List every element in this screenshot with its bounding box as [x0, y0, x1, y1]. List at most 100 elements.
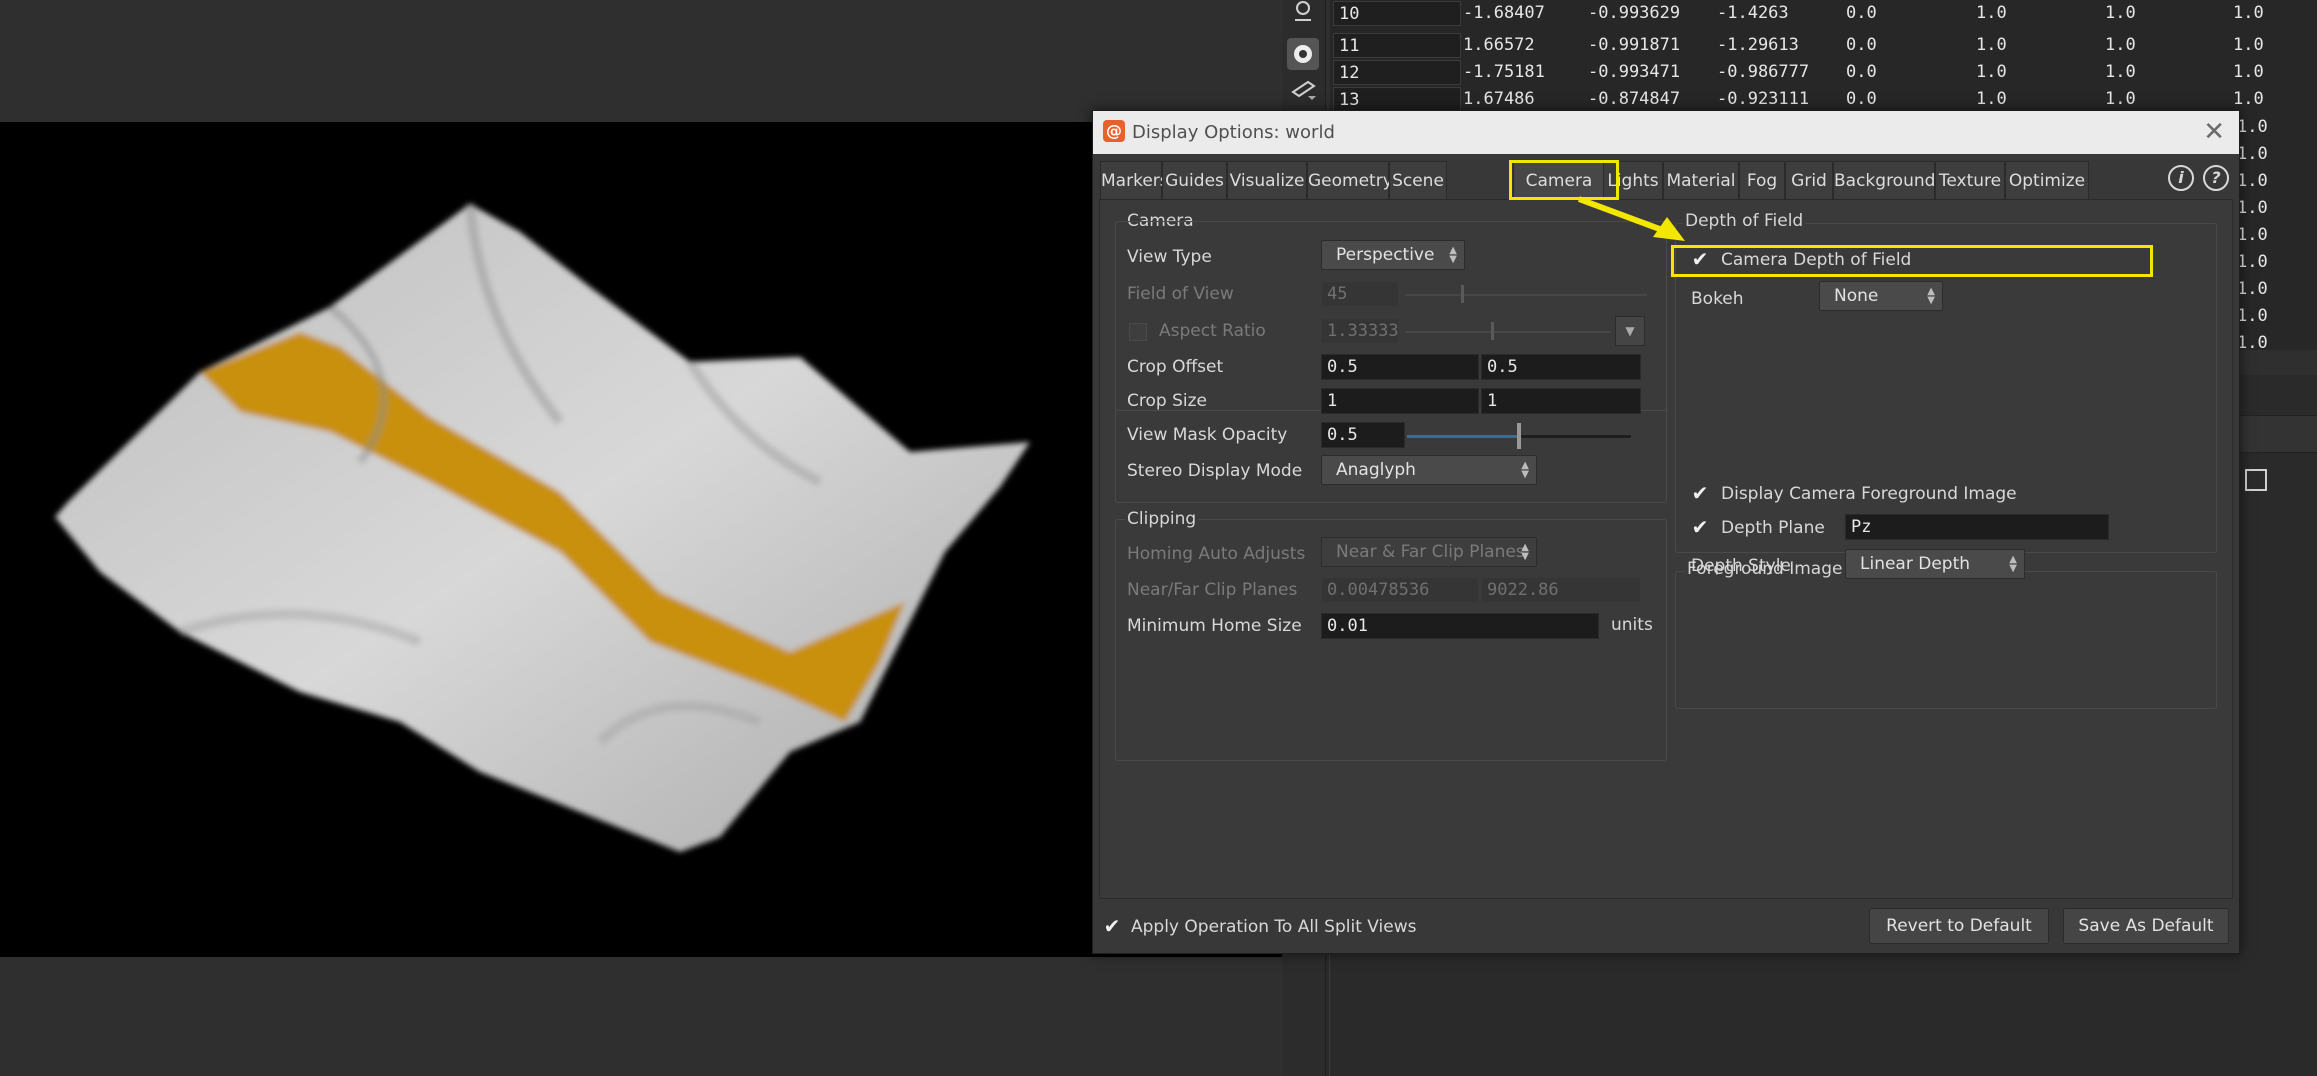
table-row[interactable]: 12 -1.75181 -0.993471 -0.986777 0.0 1.0 …	[1330, 59, 2317, 85]
camera-group-label: Camera	[1125, 211, 1196, 231]
stereo-display-mode-menu[interactable]: Anaglyph ▲ ▼	[1321, 455, 1537, 485]
table-cell: 1.0	[2237, 306, 2268, 326]
crop-size-x-field[interactable]: 1	[1321, 388, 1479, 414]
table-row[interactable]: 10 -1.68407 -0.993629 -1.4263 0.0 1.0 1.…	[1330, 0, 2317, 26]
table-row[interactable]: 11 1.66572 -0.991871 -1.29613 0.0 1.0 1.…	[1330, 32, 2317, 58]
table-cell: -0.993471	[1588, 62, 1681, 82]
aspect-ratio-checkbox[interactable]	[1129, 323, 1147, 341]
table-cell: 1.0	[2105, 3, 2136, 23]
minimum-home-size-field[interactable]: 0.01	[1321, 613, 1599, 639]
depth-style-menu[interactable]: Linear Depth ▲ ▼	[1845, 549, 2025, 579]
row-index-cell: 11	[1333, 33, 1461, 58]
display-foreground-checkbox[interactable]: ✔	[1689, 482, 1711, 504]
minimum-home-size-label: Minimum Home Size	[1127, 616, 1302, 636]
far-clip-field[interactable]: 9022.86	[1481, 577, 1641, 603]
visibility-icon[interactable]	[1290, 0, 1316, 22]
aspect-slider-track[interactable]	[1405, 331, 1611, 333]
row-index-cell: 12	[1333, 60, 1461, 85]
depth-plane-field[interactable]: Pz	[1845, 514, 2109, 540]
foreground-image-group	[1675, 571, 2217, 709]
table-cell: 1.0	[2233, 62, 2264, 82]
table-cell: -0.991871	[1588, 35, 1681, 55]
tab-label: Background	[1834, 171, 1936, 191]
tab-label: Visualize	[1229, 171, 1305, 191]
row-index: 10	[1339, 4, 1360, 24]
view-mask-opacity-label: View Mask Opacity	[1127, 425, 1288, 445]
homing-auto-adjusts-menu[interactable]: Near & Far Clip Planes ▲ ▼	[1321, 537, 1537, 567]
bokeh-menu[interactable]: None ▲ ▼	[1819, 281, 1943, 311]
tab-geometry[interactable]: Geometry	[1307, 161, 1393, 199]
fov-slider-track[interactable]	[1405, 294, 1647, 296]
near-clip-field[interactable]: 0.00478536	[1321, 577, 1479, 603]
tab-markers[interactable]: Markers	[1100, 161, 1169, 199]
table-cell: 0.0	[1846, 3, 1877, 23]
row-index-cell: 10	[1333, 1, 1461, 26]
chevron-updown-icon: ▲ ▼	[1927, 286, 1935, 306]
chevron-updown-icon: ▲ ▼	[2009, 554, 2017, 574]
pointer-arrow-icon	[1577, 196, 1685, 241]
view-mask-opacity-field[interactable]: 0.5	[1321, 422, 1405, 448]
chevron-updown-icon: ▲ ▼	[1449, 245, 1457, 265]
tab-texture[interactable]: Texture	[1935, 161, 2005, 199]
crop-size-y-field[interactable]: 1	[1481, 388, 1641, 414]
table-cell: -0.923111	[1717, 89, 1810, 109]
dialog-titlebar[interactable]: @ Display Options: world ✕	[1093, 111, 2239, 154]
aspect-preset-dropdown[interactable]: ▼	[1615, 316, 1645, 346]
view-mask-opacity-handle[interactable]	[1517, 423, 1521, 449]
table-cell: 0.0	[1846, 35, 1877, 55]
crop-offset-y-field[interactable]: 0.5	[1481, 354, 1641, 380]
tab-label: Fog	[1746, 171, 1778, 191]
tab-guides[interactable]: Guides	[1162, 161, 1227, 199]
aspect-slider-handle[interactable]	[1491, 322, 1494, 340]
tab-scene[interactable]: Scene	[1389, 161, 1447, 199]
row-index: 13	[1339, 90, 1360, 110]
stereo-value: Anaglyph	[1336, 460, 1416, 480]
tab-fog[interactable]: Fog	[1739, 161, 1785, 199]
tab-material[interactable]: Material	[1663, 161, 1739, 199]
tab-visualize[interactable]: Visualize	[1227, 161, 1307, 199]
apply-all-split-views-checkbox[interactable]: ✔	[1101, 915, 1123, 937]
view-type-menu[interactable]: Perspective ▲ ▼	[1321, 240, 1465, 270]
dialog-title: Display Options: world	[1132, 122, 1335, 143]
revert-to-default-button[interactable]: Revert to Default	[1869, 908, 2049, 944]
apply-all-split-views-label: Apply Operation To All Split Views	[1131, 917, 1417, 937]
tab-optimize[interactable]: Optimize	[2005, 161, 2089, 199]
info-icon[interactable]: i	[2168, 165, 2194, 191]
tab-label: Material	[1666, 171, 1736, 191]
close-icon[interactable]: ✕	[2203, 117, 2225, 147]
table-cell: 1.0	[2237, 225, 2268, 245]
camera-tab-highlight	[1509, 160, 1619, 200]
tab-label: Guides	[1165, 171, 1224, 191]
table-cell: 1.0	[2233, 89, 2264, 109]
tab-grid[interactable]: Grid	[1785, 161, 1833, 199]
tab-label: Texture	[1938, 171, 2002, 191]
crop-offset-label: Crop Offset	[1127, 357, 1224, 377]
help-icon[interactable]: ?	[2203, 165, 2229, 191]
table-cell: 1.0	[2233, 3, 2264, 23]
table-cell: 1.66572	[1463, 35, 1535, 55]
aspect-ratio-label: Aspect Ratio	[1159, 321, 1266, 341]
tab-label: Grid	[1791, 171, 1827, 191]
table-cell: -1.68407	[1463, 3, 1545, 23]
tab-label: Markers	[1101, 171, 1169, 191]
fov-slider-handle[interactable]	[1461, 285, 1464, 303]
save-as-default-button[interactable]: Save As Default	[2063, 908, 2229, 944]
3d-viewport[interactable]	[0, 122, 1282, 957]
table-cell: 1.0	[2105, 35, 2136, 55]
aspect-ratio-field[interactable]: 1.33333	[1321, 318, 1399, 344]
table-cell: 1.0	[2105, 62, 2136, 82]
eyedropper-icon[interactable]	[1290, 78, 1318, 102]
camera-icon[interactable]	[1287, 38, 1319, 70]
depth-plane-checkbox[interactable]: ✔	[1689, 516, 1711, 538]
list-view-icon[interactable]	[2245, 469, 2267, 491]
depth-style-label: Depth Style	[1691, 556, 1791, 576]
tab-background[interactable]: Background	[1833, 161, 1935, 199]
crop-offset-x-field[interactable]: 0.5	[1321, 354, 1479, 380]
fov-field[interactable]: 45	[1321, 281, 1399, 307]
table-row[interactable]: 13 1.67486 -0.874847 -0.923111 0.0 1.0 1…	[1330, 86, 2317, 112]
table-cell: -0.993629	[1588, 3, 1681, 23]
houdini-logo-icon: @	[1103, 120, 1125, 142]
depth-of-field-group-label: Depth of Field	[1683, 211, 1806, 231]
tab-label: Scene	[1392, 171, 1444, 191]
cloth-render	[55, 203, 1030, 852]
